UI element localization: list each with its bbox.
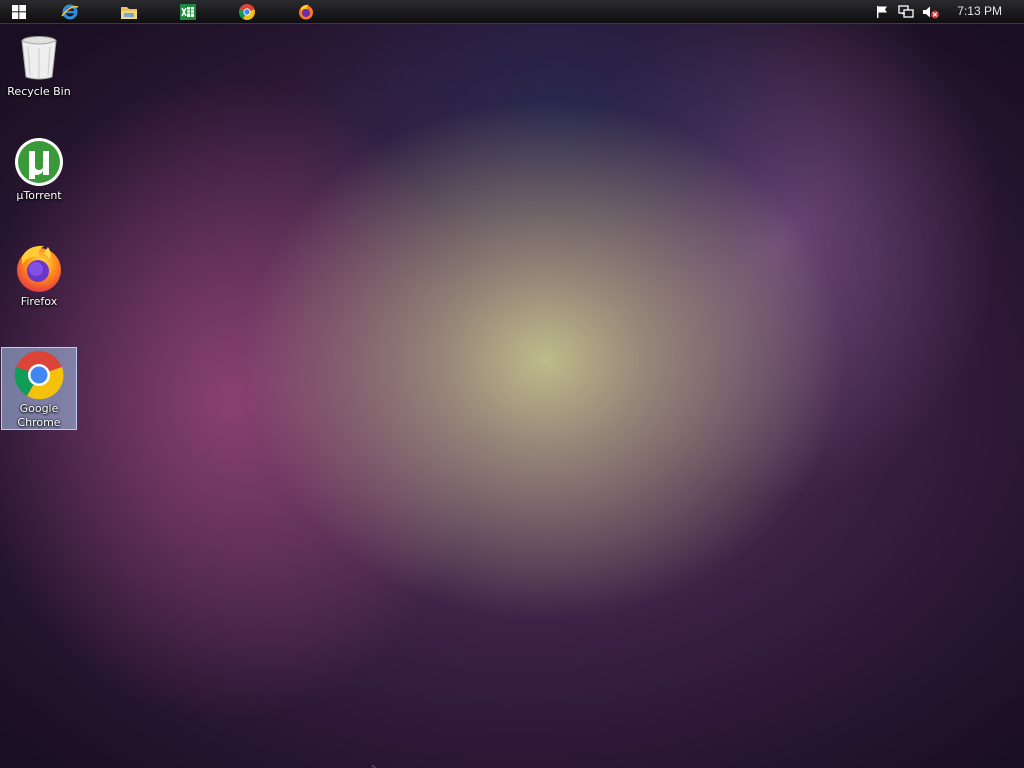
taskbar-chrome[interactable] [236,2,258,22]
taskbar-internet-explorer[interactable] [59,2,81,22]
chrome-icon [14,350,64,400]
spreadsheet-icon [180,4,196,20]
folder-icon [121,7,137,19]
network-icon [898,5,914,18]
desktop[interactable]: 7:13 PM Recycle Bin µTorrent Firefox Goo… [0,0,1024,768]
tray-volume[interactable] [921,2,941,22]
start-button[interactable] [8,2,30,22]
recycle-bin-icon [14,33,64,83]
firefox-icon [299,4,313,20]
desktop-icon-utorrent[interactable]: µTorrent [1,135,77,203]
taskbar: 7:13 PM [0,0,1024,24]
taskbar-file-explorer[interactable] [118,2,140,22]
desktop-icon-google-chrome[interactable]: Google Chrome [1,347,77,430]
internet-explorer-icon [61,4,79,20]
tray-network[interactable] [897,2,915,22]
taskbar-excel[interactable] [177,2,199,22]
utorrent-icon [14,137,64,187]
desktop-icon-label: µTorrent [16,189,62,202]
windows-logo-icon [12,5,26,19]
desktop-icon-label: Firefox [20,295,58,308]
clock[interactable]: 7:13 PM [957,4,1002,18]
chrome-icon [239,4,255,20]
firefox-icon [14,243,64,293]
taskbar-firefox[interactable] [295,2,317,22]
desktop-icon-recycle-bin[interactable]: Recycle Bin [1,31,77,99]
desktop-icon-label: Recycle Bin [7,85,71,98]
desktop-icon-label: Google Chrome [17,402,61,429]
volume-muted-icon [923,6,939,19]
desktop-icon-firefox[interactable]: Firefox [1,241,77,309]
tray-action-center[interactable] [873,2,891,22]
mouse-cursor-icon [371,759,382,768]
flag-icon [877,6,887,18]
